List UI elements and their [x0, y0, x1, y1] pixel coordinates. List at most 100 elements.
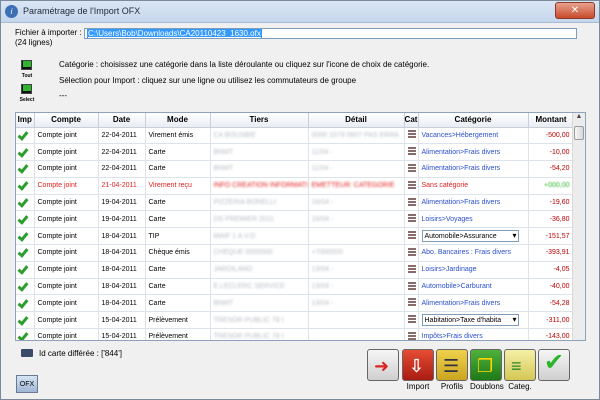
table-row[interactable]: Compte joint 18-04-2011 Carte BNMT 13/04 - Al…: [16, 294, 575, 313]
profils-button[interactable]: ☰ Profils: [436, 349, 468, 391]
header-categorie[interactable]: Catégorie: [418, 113, 529, 128]
header-montant[interactable]: Montant: [528, 113, 575, 128]
cell-compte: Compte joint: [34, 311, 99, 330]
cell-montant: -143,00: [528, 328, 575, 340]
cell-categorie[interactable]: Impôts>Frais divers: [418, 328, 529, 340]
cell-date: 18-04-2011: [98, 294, 146, 313]
cell-categorie[interactable]: Alimentation>Frais divers: [418, 160, 529, 178]
cell-detail: +7000000: [308, 244, 405, 262]
cell-categorie[interactable]: Automobile>Assurance: [418, 227, 529, 246]
category-picker-icon[interactable]: [404, 261, 419, 279]
table-row[interactable]: Compte joint 18-04-2011 Carte E.LECLERC SER…: [16, 278, 575, 296]
cell-date: 22-04-2011: [98, 127, 146, 145]
close-button[interactable]: ✕: [555, 2, 595, 19]
select-all-button[interactable]: Tout: [16, 59, 38, 79]
import-check-icon[interactable]: [16, 227, 35, 246]
cell-detail: [308, 311, 405, 330]
cell-compte: Compte joint: [34, 278, 99, 296]
cell-categorie[interactable]: Vacances>Hébergement: [418, 127, 529, 145]
cell-detail: 16/04 -: [308, 194, 405, 212]
table-row[interactable]: Compte joint 19-04-2011 Carte PIZZERIA BONE…: [16, 194, 575, 212]
category-picker-icon[interactable]: [404, 194, 419, 212]
cell-categorie[interactable]: Loisirs>Jardinage: [418, 261, 529, 279]
table-row[interactable]: Compte joint 15-04-2011 Prélèvement TRESOR …: [16, 328, 575, 340]
import-check-icon[interactable]: [16, 278, 35, 296]
table-row[interactable]: Compte joint 18-04-2011 TIP MAIF 1 A.V.D Aut…: [16, 227, 575, 246]
scroll-thumb[interactable]: [574, 126, 584, 140]
vertical-scrollbar[interactable]: ▲: [572, 113, 585, 340]
import-check-icon[interactable]: [16, 311, 35, 330]
scroll-up-icon[interactable]: ▲: [573, 113, 585, 125]
table-row[interactable]: Compte joint 22-04-2011 Virement émis CA BO…: [16, 127, 575, 145]
cell-compte: Compte joint: [34, 328, 99, 340]
cell-categorie[interactable]: Alimentation>Frais divers: [418, 294, 529, 313]
file-path-input[interactable]: C:\Users\Bob\Downloads\CA20110423_1630.o…: [84, 28, 577, 39]
header-compte[interactable]: Compte: [34, 113, 99, 128]
categ-button[interactable]: ≡ Categ.: [504, 349, 536, 391]
category-picker-icon[interactable]: [404, 278, 419, 296]
table-row[interactable]: Compte joint 22-04-2011 Carte BNMT 11/04 - Al…: [16, 160, 575, 178]
header-tiers[interactable]: Tiers: [210, 113, 309, 128]
header-mode[interactable]: Mode: [145, 113, 211, 128]
category-picker-icon[interactable]: [404, 210, 419, 229]
info-separator: ---: [59, 91, 67, 100]
category-select[interactable]: Habitation>Taxe d'habita: [421, 314, 519, 327]
title-bar: i Paramétrage de l'Import OFX ✕: [1, 1, 599, 23]
cell-compte: Compte joint: [34, 210, 99, 229]
cell-date: 18-04-2011: [98, 227, 146, 246]
category-picker-icon[interactable]: [404, 227, 419, 246]
import-check-icon[interactable]: [16, 294, 35, 313]
ok-check-icon: ✔: [538, 349, 570, 381]
import-button[interactable]: ⇩ Import: [402, 349, 434, 391]
cell-categorie[interactable]: Sans catégorie: [418, 177, 529, 195]
ok-button[interactable]: ✔: [538, 349, 570, 389]
cell-categorie[interactable]: Habitation>Taxe d'habita: [418, 311, 529, 330]
category-picker-icon[interactable]: [404, 294, 419, 313]
category-picker-icon[interactable]: [404, 177, 419, 195]
import-check-icon[interactable]: [16, 127, 35, 145]
import-check-icon[interactable]: [16, 244, 35, 262]
category-picker-icon[interactable]: [404, 311, 419, 330]
cell-categorie[interactable]: Loisirs>Voyages: [418, 210, 529, 229]
ofx-settings-icon[interactable]: OFX: [16, 375, 38, 393]
cell-tiers: MAIF 1 A.V.D: [210, 227, 309, 246]
import-check-icon[interactable]: [16, 210, 35, 229]
cell-mode: Prélèvement: [145, 311, 211, 330]
category-picker-icon[interactable]: [404, 127, 419, 145]
cell-categorie[interactable]: Automobile>Carburant: [418, 278, 529, 296]
file-path-value: C:\Users\Bob\Downloads\CA20110423_1630.o…: [87, 29, 262, 38]
import-check-icon[interactable]: [16, 194, 35, 212]
cell-categorie[interactable]: Alimentation>Frais divers: [418, 194, 529, 212]
cell-mode: Chèque émis: [145, 244, 211, 262]
header-detail[interactable]: Détail: [308, 113, 405, 128]
cell-categorie[interactable]: Alimentation>Frais divers: [418, 143, 529, 162]
table-row[interactable]: Compte joint 15-04-2011 Prélèvement TRESOR …: [16, 311, 575, 330]
cell-compte: Compte joint: [34, 244, 99, 262]
header-date[interactable]: Date: [98, 113, 146, 128]
import-check-icon[interactable]: [16, 143, 35, 162]
import-check-icon[interactable]: [16, 177, 35, 195]
import-check-icon[interactable]: [16, 328, 35, 340]
category-select[interactable]: Automobile>Assurance: [421, 230, 519, 243]
header-cat[interactable]: Cat: [404, 113, 419, 128]
header-imp[interactable]: Imp: [16, 113, 35, 128]
table-row[interactable]: Compte joint 18-04-2011 Carte JARDILAND 13/0…: [16, 261, 575, 279]
table-row[interactable]: Compte joint 19-04-2011 Carte DS PREMIER 20…: [16, 210, 575, 229]
category-picker-icon[interactable]: [404, 143, 419, 162]
table-row[interactable]: Compte joint 22-04-2011 Carte BNMT 11/04 - Al…: [16, 143, 575, 162]
cell-date: 15-04-2011: [98, 328, 146, 340]
table-row[interactable]: Compte joint 18-04-2011 Chèque émis CHEQUE …: [16, 244, 575, 262]
cell-mode: Virement reçu: [145, 177, 211, 195]
selection-toggle-button[interactable]: Select: [16, 83, 38, 103]
category-picker-icon[interactable]: [404, 328, 419, 340]
category-picker-icon[interactable]: [404, 160, 419, 178]
cell-date: 18-04-2011: [98, 278, 146, 296]
import-check-icon[interactable]: [16, 160, 35, 178]
cell-categorie[interactable]: Abo. Bancaires : Frais divers: [418, 244, 529, 262]
table-row[interactable]: Compte joint 21-04-2011 Virement reçu INFO …: [16, 177, 575, 195]
exit-button[interactable]: ➜: [367, 349, 399, 389]
doublons-button[interactable]: ❐ Doublons: [470, 349, 504, 391]
import-check-icon[interactable]: [16, 261, 35, 279]
category-picker-icon[interactable]: [404, 244, 419, 262]
cell-compte: Compte joint: [34, 194, 99, 212]
